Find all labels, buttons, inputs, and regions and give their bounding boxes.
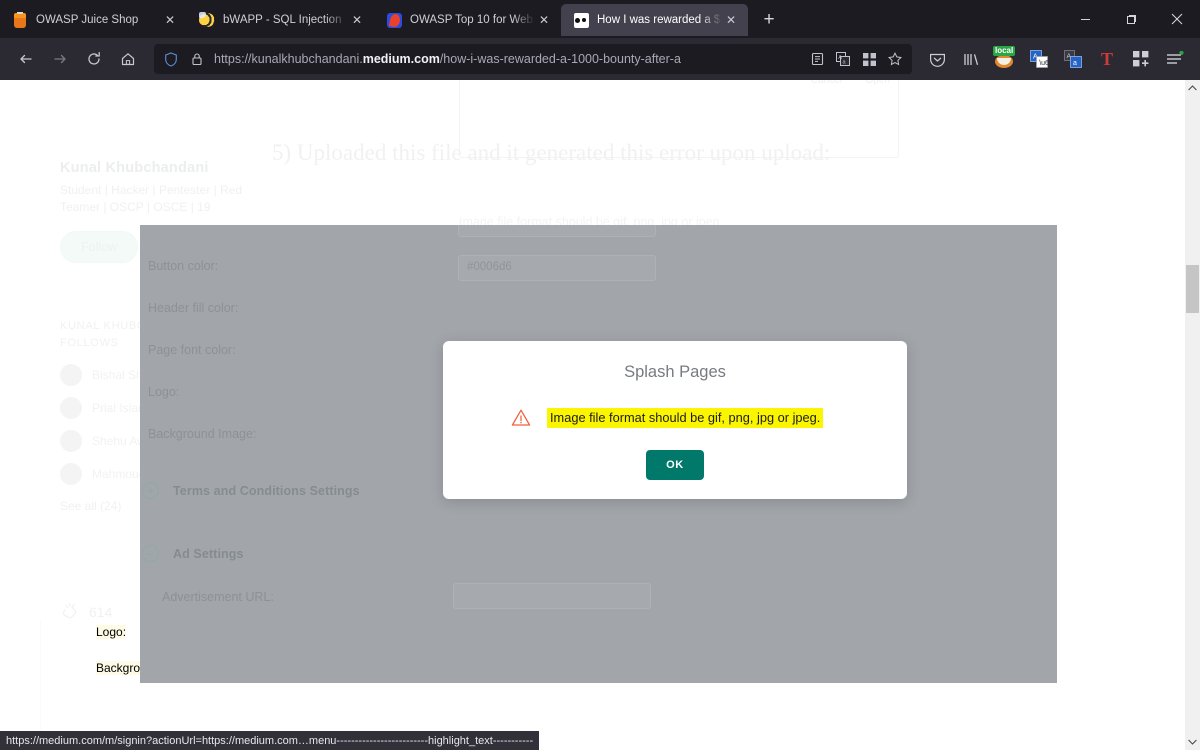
alert-dialog: Splash Pages Image file format should be… [443, 341, 907, 499]
expand-plus-icon[interactable]: + [142, 482, 159, 499]
ok-button[interactable]: OK [646, 450, 704, 480]
vertical-scrollbar[interactable] [1185, 80, 1200, 750]
ghost-open-label: Open [865, 80, 890, 86]
scroll-down-arrow-icon[interactable] [1185, 734, 1200, 750]
extensions-grid-icon[interactable] [1126, 44, 1156, 74]
lock-icon[interactable] [188, 50, 206, 68]
shield-icon[interactable] [162, 50, 180, 68]
window-controls [1062, 0, 1200, 38]
owasp-icon [386, 12, 402, 28]
app-field-label-background-image: Background Image: [148, 427, 257, 441]
tab-close-icon[interactable]: ✕ [722, 11, 740, 29]
juice-bottle-icon [12, 12, 28, 28]
ghost-cancel-label: Cancel [810, 80, 842, 86]
svg-text:a: a [1073, 60, 1077, 67]
app-color-input-top[interactable] [458, 225, 656, 237]
app-field-label-header-fill-color: Header fill color: [148, 301, 239, 315]
author-bio: Student | Hacker | Pentester | Red Teame… [60, 183, 243, 215]
app-section-terms-label: Terms and Conditions Settings [173, 483, 360, 498]
app-field-label-logo: Logo: [148, 385, 180, 399]
extension-icons: local A\u6587 Aa T [922, 44, 1190, 74]
app-section-ads-label: Ad Settings [173, 546, 244, 561]
translate-icon[interactable]: Aa [834, 50, 852, 68]
translate-extension-icon[interactable]: A\u6587 [1024, 44, 1054, 74]
alert-message: Image file format should be gif, png, jp… [547, 408, 824, 428]
avatar [60, 363, 82, 386]
local-extension-icon[interactable]: local [990, 44, 1020, 74]
bee-icon [199, 12, 215, 28]
warning-triangle-icon [511, 408, 531, 428]
forward-button[interactable] [44, 43, 76, 75]
library-icon[interactable] [956, 44, 986, 74]
url-prefix: https://kunalkhubchandani. [214, 52, 363, 66]
alert-body: Image file format should be gif, png, jp… [511, 408, 907, 428]
tab-title: OWASP Top 10 for Web [410, 14, 533, 26]
tab-close-icon[interactable]: ✕ [348, 11, 366, 29]
app-menu-icon[interactable] [1160, 44, 1190, 74]
browser-window: OWASP Juice Shop ✕ bWAPP - SQL Injection… [0, 0, 1200, 750]
text-tool-icon[interactable]: T [1092, 44, 1122, 74]
home-icon[interactable] [112, 43, 144, 75]
app-field-label-page-font-color: Page font color: [148, 343, 236, 357]
tab-strip: OWASP Juice Shop ✕ bWAPP - SQL Injection… [0, 0, 1200, 38]
maximize-button[interactable] [1108, 0, 1154, 38]
url-path: /how-i-was-rewarded-a-1000-bounty-after-… [439, 52, 681, 66]
follow-button[interactable]: Follow [60, 230, 139, 263]
url-text[interactable]: https://kunalkhubchandani.medium.com/how… [214, 52, 800, 66]
medium-article-page: Cancel Open 5) Uploaded this file and it… [0, 80, 1185, 750]
minimize-button[interactable] [1062, 0, 1108, 38]
tab-close-icon[interactable]: ✕ [535, 11, 553, 29]
new-tab-button[interactable]: + [756, 7, 782, 33]
text-tool-glyph: T [1100, 49, 1113, 69]
status-bar: https://medium.com/m/signin?actionUrl=ht… [0, 731, 540, 750]
app-color-input[interactable]: #0006d6 [458, 255, 656, 281]
back-button[interactable] [10, 43, 42, 75]
browser-tab-2[interactable]: OWASP Top 10 for Web ✕ [374, 4, 561, 36]
local-badge: local [993, 46, 1016, 56]
pocket-icon[interactable] [922, 44, 952, 74]
reader-view-icon[interactable] [808, 50, 826, 68]
url-domain: medium.com [362, 52, 440, 66]
app-section-ads[interactable]: − Ad Settings [142, 545, 244, 562]
alert-actions: OK [443, 450, 907, 480]
tab-close-icon[interactable]: ✕ [161, 11, 179, 29]
bottom-row-0-label: Logo: [96, 625, 127, 639]
medium-icon [573, 12, 589, 28]
alert-title: Splash Pages [624, 363, 726, 381]
star-icon[interactable] [886, 50, 904, 68]
app-advertisement-url-input[interactable] [453, 583, 651, 609]
avatar [60, 429, 82, 452]
collapse-minus-icon[interactable]: − [142, 545, 159, 562]
scrollbar-thumb[interactable] [1186, 265, 1199, 313]
svg-text:\u6587: \u6587 [1039, 60, 1048, 67]
screenshot-icon[interactable] [860, 50, 878, 68]
avatar [60, 462, 82, 485]
browser-tab-0[interactable]: OWASP Juice Shop ✕ [0, 4, 187, 36]
address-bar[interactable]: https://kunalkhubchandani.medium.com/how… [154, 44, 912, 74]
clap-control[interactable]: 614 [60, 600, 112, 623]
clap-count: 614 [89, 603, 113, 620]
translate-extension-2-icon[interactable]: Aa [1058, 44, 1088, 74]
tab-title: How I was rewarded a $1000 bo [597, 14, 722, 26]
clap-icon [60, 600, 80, 623]
app-field-label-advertisement-url: Advertisement URL: [162, 590, 274, 604]
scroll-up-arrow-icon[interactable] [1185, 80, 1200, 96]
avatar [60, 396, 82, 419]
close-window-button[interactable] [1154, 0, 1200, 38]
reload-button[interactable] [78, 43, 110, 75]
browser-tab-1[interactable]: bWAPP - SQL Injection ✕ [187, 4, 374, 36]
app-section-terms[interactable]: + Terms and Conditions Settings [142, 482, 360, 499]
author-name: Kunal Khubchandani [60, 160, 209, 176]
article-heading: 5) Uploaded this file and it generated t… [272, 140, 831, 165]
navigation-toolbar: https://kunalkhubchandani.medium.com/how… [0, 38, 1200, 80]
app-field-label-button-color: Button color: [148, 259, 219, 273]
page-viewport: Cancel Open 5) Uploaded this file and it… [0, 80, 1200, 750]
browser-tab-3[interactable]: How I was rewarded a $1000 bo ✕ [561, 4, 748, 36]
tab-list: OWASP Juice Shop ✕ bWAPP - SQL Injection… [0, 0, 748, 38]
tab-title: OWASP Juice Shop [36, 14, 139, 26]
tab-title: bWAPP - SQL Injection [223, 14, 342, 26]
